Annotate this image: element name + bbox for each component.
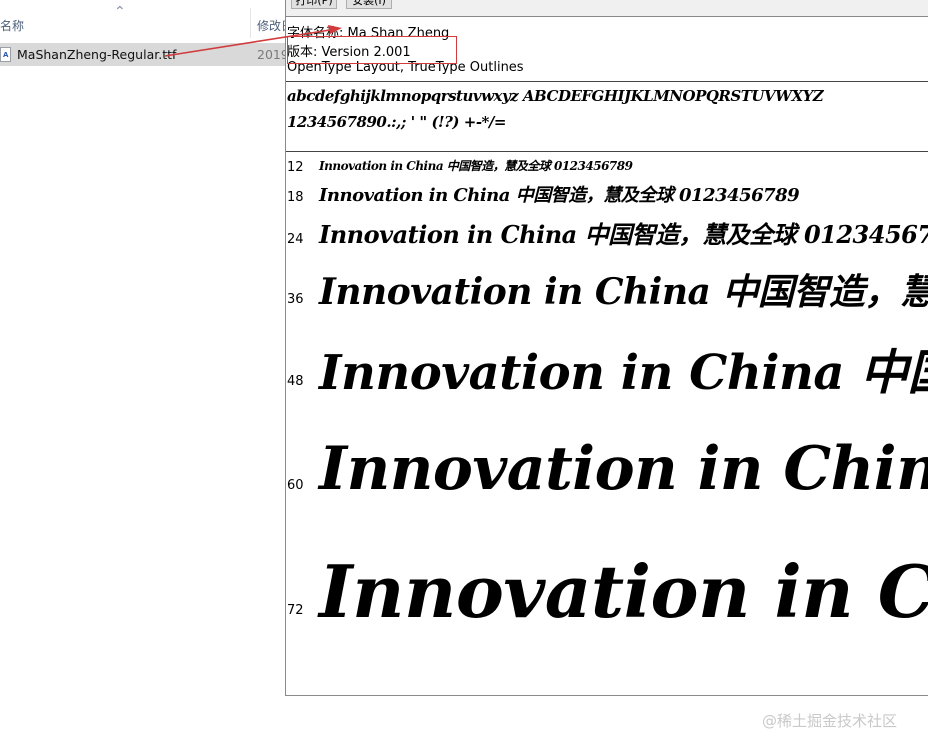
sample-text: Innovation in China 中国智造，慧及全球 0123456789	[319, 185, 800, 206]
sample-size-label: 48	[287, 374, 304, 389]
column-divider[interactable]	[250, 8, 251, 38]
font-preview-window: 打印(P) 安装(I) 字体名称: Ma Shan Zheng 版本: Vers…	[285, 0, 928, 696]
sample-text: Innovation in China 中国智造，慧及全球 0123456789	[319, 159, 633, 173]
font-info: 字体名称: Ma Shan Zheng 版本: Version 2.001 Op…	[286, 17, 928, 79]
charset-separator	[286, 151, 928, 152]
sample-size-label: 36	[287, 292, 304, 307]
font-file-icon: A	[0, 47, 11, 62]
info-separator	[286, 81, 928, 82]
install-button[interactable]: 安装(I)	[346, 0, 392, 9]
print-button[interactable]: 打印(P)	[291, 0, 337, 9]
sample-size-label: 18	[287, 190, 304, 205]
sample-size-label: 72	[287, 603, 304, 618]
sample-size-label: 24	[287, 232, 304, 247]
sample-text: Innovation in China 中国智造，慧及全球 0123456789	[319, 271, 928, 313]
font-file-icon-glyph: A	[3, 51, 9, 59]
charset-digits: 1234567890.:,; ' " (!?) +-*/=	[287, 113, 506, 131]
file-name[interactable]: MaShanZheng-Regular.ttf	[17, 47, 176, 62]
annotation-highlight-box	[287, 36, 457, 64]
file-explorer-pane: 名称 ⌃ 修改日 A MaShanZheng-Regular.ttf 2019	[0, 0, 293, 737]
sample-text: Innovation in China 中国智造，慧及全球 0123456789	[319, 434, 928, 504]
sample-text: Innovation in China 中国智造，慧及全球 0123456789	[319, 345, 928, 401]
sort-ascending-icon: ⌃	[114, 4, 126, 20]
column-header-name[interactable]: 名称	[0, 17, 24, 34]
sample-size-label: 12	[287, 160, 304, 175]
sample-size-label: 60	[287, 478, 304, 493]
sample-text: Innovation in China 中国智造，慧及全球 0123456789	[319, 220, 928, 249]
watermark: @稀土掘金技术社区	[762, 712, 898, 730]
file-row-selected[interactable]: A MaShanZheng-Regular.ttf 2019	[0, 43, 290, 66]
viewer-toolbar: 打印(P) 安装(I)	[286, 0, 928, 17]
column-header: 名称 ⌃ 修改日	[0, 4, 293, 38]
charset-letters: abcdefghijklmnopqrstuvwxyz ABCDEFGHIJKLM…	[287, 87, 824, 105]
sample-text: Innovation in China 中国智造，慧及全球 0123456789	[319, 549, 928, 634]
